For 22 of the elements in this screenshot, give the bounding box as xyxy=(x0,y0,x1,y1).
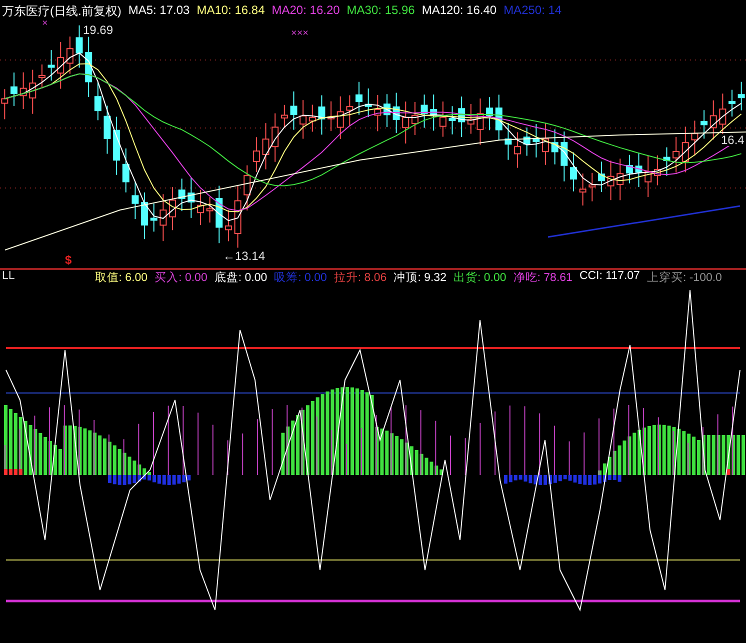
dollar-mark: $ xyxy=(64,254,73,266)
last-price-label: 16.4 xyxy=(720,134,746,146)
indicator-value: 上穿买: -100.0 xyxy=(646,270,722,285)
low-price-label: ←13.14 xyxy=(222,250,266,262)
indicator-value: 拉升: 8.06 xyxy=(334,270,387,285)
ma-value: MA10: 16.84 xyxy=(196,3,265,19)
indicator-value: 取值: 6.00 xyxy=(94,270,148,285)
ma-value: MA30: 15.96 xyxy=(346,3,415,19)
indicator-value: 冲顶: 9.32 xyxy=(394,270,446,285)
indicator-value: 底盘: 0.00 xyxy=(214,270,268,285)
indicator-value: 净吃: 78.61 xyxy=(513,270,572,285)
indicator-value: CCI: 117.07 xyxy=(579,270,640,284)
ma-value: MA5: 17.03 xyxy=(128,3,190,19)
indicator-name: LL xyxy=(2,270,15,284)
high-price-label: 19.69 xyxy=(82,24,114,36)
indicator-value: 吸筹: 0.00 xyxy=(274,270,327,285)
ma-value: MA250: 14 xyxy=(504,3,562,19)
ma-value: MA120: 16.40 xyxy=(422,3,497,19)
stock-title: 万东医疗(日线.前复权) xyxy=(2,3,122,20)
indicator-value: 出货: 0.00 xyxy=(453,270,506,285)
ma-value: MA20: 16.20 xyxy=(272,3,340,19)
indicator-value: 买入: 0.00 xyxy=(154,270,208,285)
